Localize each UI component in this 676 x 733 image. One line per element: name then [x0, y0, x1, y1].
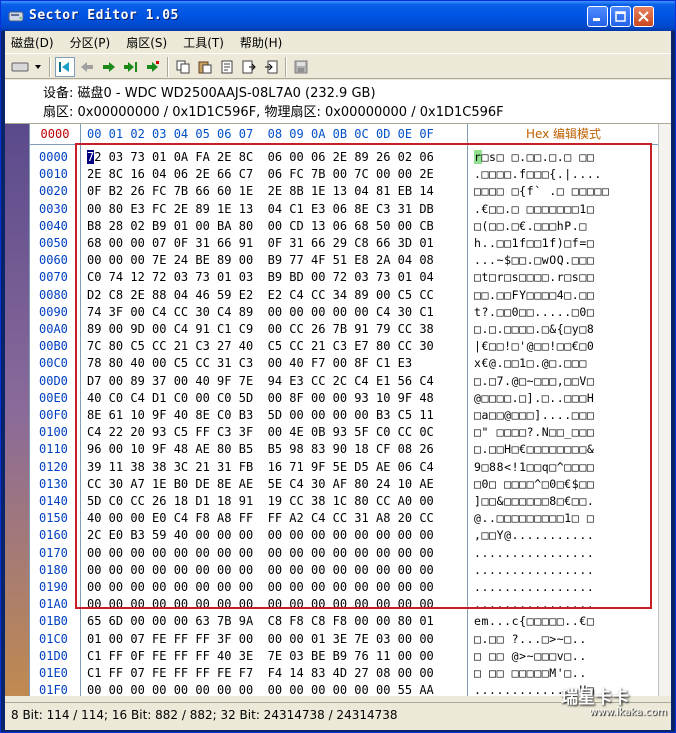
watermark-logo: 瑞星卡卡 www.ikaka.com	[561, 689, 673, 723]
toolbar-separator	[49, 57, 51, 77]
close-icon	[638, 11, 649, 22]
row-offset: 01E0	[39, 666, 68, 680]
save-icon	[294, 60, 308, 74]
row-offset: 01D0	[39, 648, 68, 663]
row-offset: 01F0	[39, 683, 68, 698]
row-ascii-text[interactable]: □ □□ □□□□□M'□..	[474, 665, 587, 682]
row-offset: 0090	[39, 304, 68, 319]
menu-tools[interactable]: 工具(T)	[183, 34, 224, 51]
row-offset: 00D0	[39, 373, 68, 388]
row-offset: 0060	[39, 253, 68, 268]
row-offset: 0040	[39, 218, 68, 233]
offset-column: 0000 0010 0020 0030 0040 0050 0060 0070 0080 0090…	[30, 145, 81, 698]
row-offset: 0030	[39, 201, 68, 216]
row-offset: 0050	[39, 236, 68, 250]
row-ascii-text[interactable]: em...c{□□□□□..€□	[474, 613, 594, 630]
window-title: Sector Editor 1.05	[29, 8, 179, 23]
goto-button[interactable]	[143, 57, 163, 77]
load-icon	[221, 60, 233, 74]
copy-button[interactable]	[173, 57, 193, 77]
row-offset: 0110	[39, 442, 68, 457]
row-offset: 0160	[39, 528, 68, 543]
toolbar-separator	[167, 57, 169, 77]
import-button[interactable]	[261, 57, 281, 77]
maximize-icon	[615, 11, 626, 22]
vertical-scrollbar[interactable]	[658, 124, 671, 696]
save-button[interactable]	[291, 57, 311, 77]
last-sector-icon	[124, 62, 137, 72]
toolbar-separator	[285, 57, 287, 77]
row-ascii-text[interactable]: □.□□ ?...□>~□..	[474, 631, 587, 648]
paste-icon	[198, 61, 212, 74]
row-offset: 0020	[39, 184, 68, 199]
row-ascii-text[interactable]: □ □□ @>~□□□v□..	[474, 648, 587, 665]
prev-sector-button[interactable]	[77, 57, 97, 77]
row-offset: 01B0	[39, 614, 68, 629]
row-offset: 0000	[39, 150, 68, 164]
import-icon	[265, 60, 278, 74]
drive-dropdown-icon	[11, 62, 41, 72]
first-sector-button[interactable]	[55, 57, 75, 77]
watermark-title: 瑞星卡卡	[561, 688, 629, 708]
row-offset: 00F0	[39, 408, 68, 422]
title-bar[interactable]: Sector Editor 1.05	[1, 1, 675, 31]
app-window: Sector Editor 1.05 磁盘(D) 分区(P) 扇区(S) 工具(…	[0, 0, 676, 733]
menu-help[interactable]: 帮助(H)	[240, 34, 282, 51]
row-offset: 0170	[39, 545, 68, 560]
row-offset: 01C0	[39, 631, 68, 646]
row-offset: 0100	[39, 425, 68, 440]
row-hex-bytes[interactable]: 65 6D 00 00 00 63 7B 9A C8 F8 C8 F8 00 0…	[87, 613, 434, 630]
hex-header-labels: 00 01 02 03 04 05 06 07 08 09 0A 0B 0C 0…	[87, 127, 434, 141]
next-sector-button[interactable]	[99, 57, 119, 77]
menu-disk[interactable]: 磁盘(D)	[11, 34, 54, 51]
paste-button[interactable]	[195, 57, 215, 77]
row-hex-bytes[interactable]: C1 FF 0F FE FF FF 40 3E 7E 03 BE B9 76 1…	[87, 648, 434, 665]
row-hex-bytes[interactable]: C1 FF 07 FE FF FF FE F7 F4 14 83 4D 27 0…	[87, 665, 434, 682]
toolbar	[5, 53, 671, 79]
row-hex-bytes[interactable]: 00 00 00 00 00 00 00 00 00 00 00 00 00 0…	[87, 682, 434, 699]
device-info-panel: 设备: 磁盘0 - WDC WD2500AAJS-08L7A0 (232.9 G…	[5, 80, 671, 124]
minimize-icon	[593, 18, 600, 21]
app-icon	[8, 11, 24, 22]
hex-column-header: 00 01 02 03 04 05 06 07 08 09 0A 0B 0C 0…	[81, 124, 468, 145]
copy-icon	[176, 60, 190, 74]
prev-sector-icon	[81, 62, 93, 72]
device-line: 设备: 磁盘0 - WDC WD2500AAJS-08L7A0 (232.9 G…	[43, 86, 376, 101]
offset-header: 0000	[30, 124, 81, 145]
drive-select-button[interactable]	[9, 57, 45, 77]
menu-sector[interactable]: 扇区(S)	[126, 34, 167, 51]
export-icon	[242, 60, 256, 74]
load-button[interactable]	[217, 57, 237, 77]
ascii-column-header: Hex 编辑模式	[468, 124, 659, 145]
goto-icon	[147, 61, 159, 72]
row-offset: 0190	[39, 580, 68, 594]
row-offset: 0180	[39, 562, 68, 577]
sector-line: 扇区: 0x00000000 / 0x1D1C596F, 物理扇区: 0x000…	[43, 105, 504, 120]
next-sector-icon	[103, 62, 115, 72]
menu-bar: 磁盘(D) 分区(P) 扇区(S) 工具(T) 帮助(H)	[5, 31, 671, 53]
row-offset: 0120	[39, 459, 68, 474]
row-offset: 00C0	[39, 356, 68, 371]
first-sector-icon	[59, 62, 69, 72]
row-offset: 0010	[39, 167, 68, 182]
row-hex-bytes[interactable]: 01 00 07 FE FF FF 3F 00 00 00 01 3E 7E 0…	[87, 631, 434, 648]
row-offset: 00B0	[39, 339, 68, 354]
minimize-button[interactable]	[587, 6, 608, 27]
row-offset: 0070	[39, 270, 68, 285]
row-offset: 0150	[39, 511, 68, 526]
row-offset: 0130	[39, 476, 68, 491]
close-button[interactable]	[633, 6, 654, 27]
maximize-button[interactable]	[610, 6, 631, 27]
row-offset: 01A0	[39, 597, 68, 612]
row-offset: 0140	[39, 494, 68, 508]
watermark-url: www.ikaka.com	[589, 707, 667, 718]
last-sector-button[interactable]	[121, 57, 141, 77]
row-offset: 00E0	[39, 390, 68, 405]
menu-partition[interactable]: 分区(P)	[70, 34, 111, 51]
selection-highlight	[75, 143, 652, 609]
row-offset: 0080	[39, 287, 68, 302]
row-offset: 00A0	[39, 322, 68, 336]
background-strip	[5, 124, 29, 696]
export-button[interactable]	[239, 57, 259, 77]
